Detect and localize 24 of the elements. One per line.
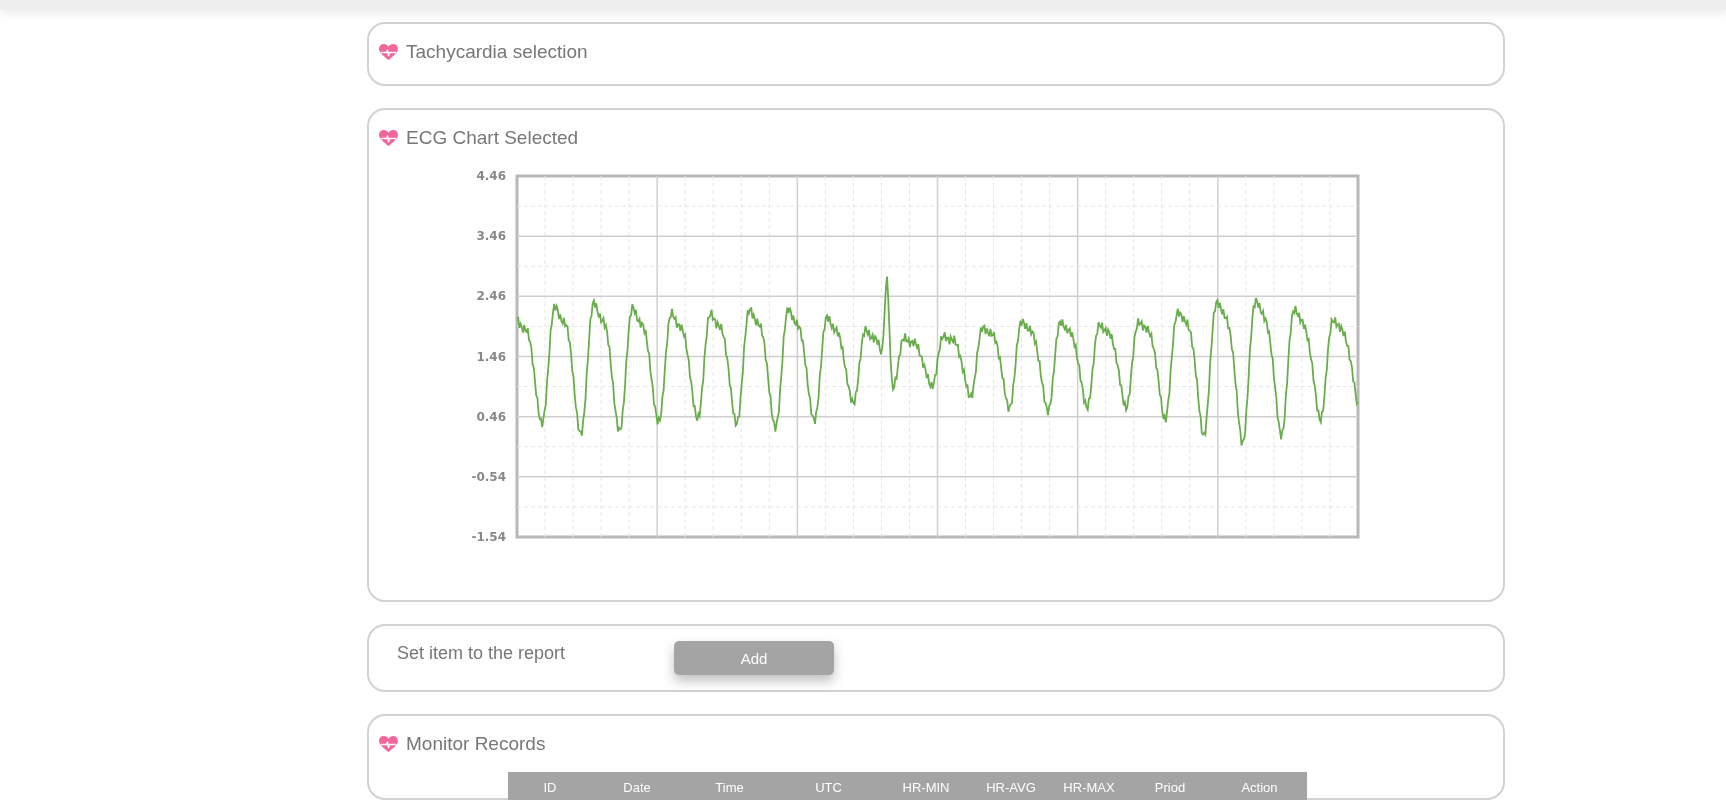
column-header: ID (542, 779, 558, 797)
column-header: HR-MIN (901, 779, 951, 797)
axis-label: 2.46 (476, 289, 506, 304)
heart-pulse-icon (379, 43, 398, 61)
column-header: Date (622, 779, 652, 797)
column-header: Priod (1153, 779, 1187, 797)
add-button[interactable]: Add (674, 641, 834, 675)
axis-label: 1.46 (476, 349, 506, 364)
column-header: Action (1240, 779, 1279, 797)
column-header: Time (714, 779, 745, 797)
section-title: Monitor Records (406, 733, 546, 755)
heart-pulse-icon (379, 129, 398, 147)
heart-pulse-icon (379, 735, 398, 753)
section-title: Tachycardia selection (406, 41, 588, 63)
axis-label: -0.54 (471, 469, 506, 484)
section-title: ECG Chart Selected (406, 127, 579, 149)
column-header: HR-MAX (1062, 779, 1116, 797)
axis-label: 0.46 (476, 409, 506, 424)
axis-label: -1.54 (471, 530, 506, 544)
axis-label: 4.46 (476, 169, 506, 183)
column-header: UTC (814, 779, 843, 797)
axis-label: 3.46 (476, 229, 506, 244)
column-header: HR-AVG (985, 779, 1037, 797)
report-label: Set item to the report (397, 642, 567, 664)
